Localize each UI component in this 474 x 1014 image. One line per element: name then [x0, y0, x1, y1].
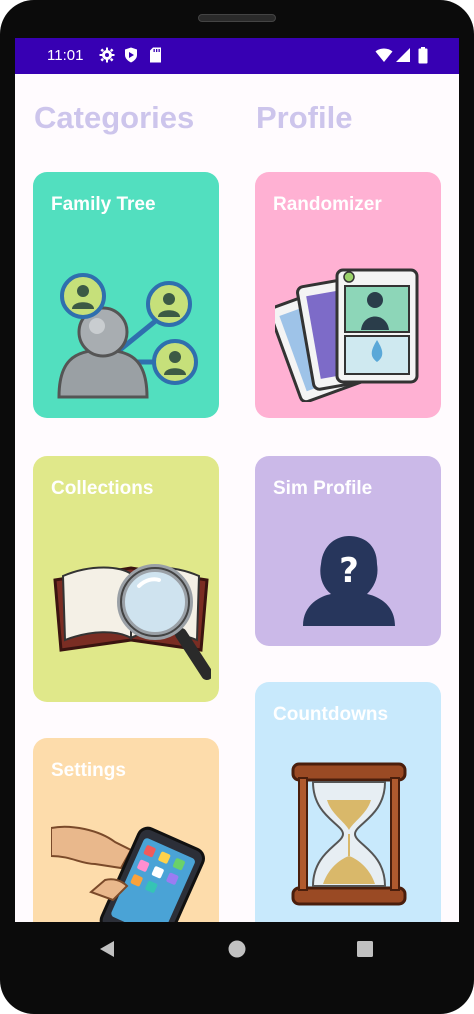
sim-profile-card[interactable]: Sim Profile ?	[255, 456, 441, 646]
collections-card[interactable]: Collections	[33, 456, 219, 702]
home-icon[interactable]	[227, 939, 247, 959]
wifi-icon	[375, 48, 393, 62]
phone-frame: 11:01 Categories Profile Family Tree Ran…	[0, 0, 474, 1014]
randomizer-card[interactable]: Randomizer	[255, 172, 441, 418]
status-bar: 11:01	[15, 38, 459, 74]
shield-icon	[125, 47, 137, 63]
book-magnifier-icon	[53, 564, 211, 680]
settings-card[interactable]: Settings	[33, 738, 219, 922]
family-tree-card[interactable]: Family Tree	[33, 172, 219, 418]
battery-icon	[418, 47, 428, 64]
navigation-bar	[0, 922, 474, 1014]
categories-heading: Categories	[34, 100, 195, 135]
settings-icon	[99, 47, 115, 63]
settings-label: Settings	[51, 760, 126, 781]
status-time: 11:01	[47, 47, 84, 64]
family-tree-label: Family Tree	[51, 194, 156, 215]
main-content: Categories Profile Family Tree Randomize…	[15, 74, 459, 922]
back-icon[interactable]	[97, 939, 117, 959]
silhouette-question-icon: ?	[303, 536, 395, 626]
randomizer-label: Randomizer	[273, 194, 382, 215]
collections-label: Collections	[51, 478, 154, 499]
screen: 11:01 Categories Profile Family Tree Ran…	[15, 38, 459, 922]
sim-profile-label: Sim Profile	[273, 478, 373, 499]
recents-icon[interactable]	[355, 939, 375, 959]
cards-icon	[275, 268, 419, 402]
svg-text:?: ?	[339, 551, 359, 591]
hourglass-icon	[291, 762, 407, 906]
countdowns-card[interactable]: Countdowns	[255, 682, 441, 922]
speaker-grille	[198, 14, 276, 22]
signal-icon	[396, 48, 410, 62]
profile-heading: Profile	[256, 100, 353, 135]
family-tree-icon	[57, 273, 198, 399]
sd-card-icon	[150, 47, 161, 63]
countdowns-label: Countdowns	[273, 704, 389, 725]
phone-hand-icon	[51, 825, 205, 922]
